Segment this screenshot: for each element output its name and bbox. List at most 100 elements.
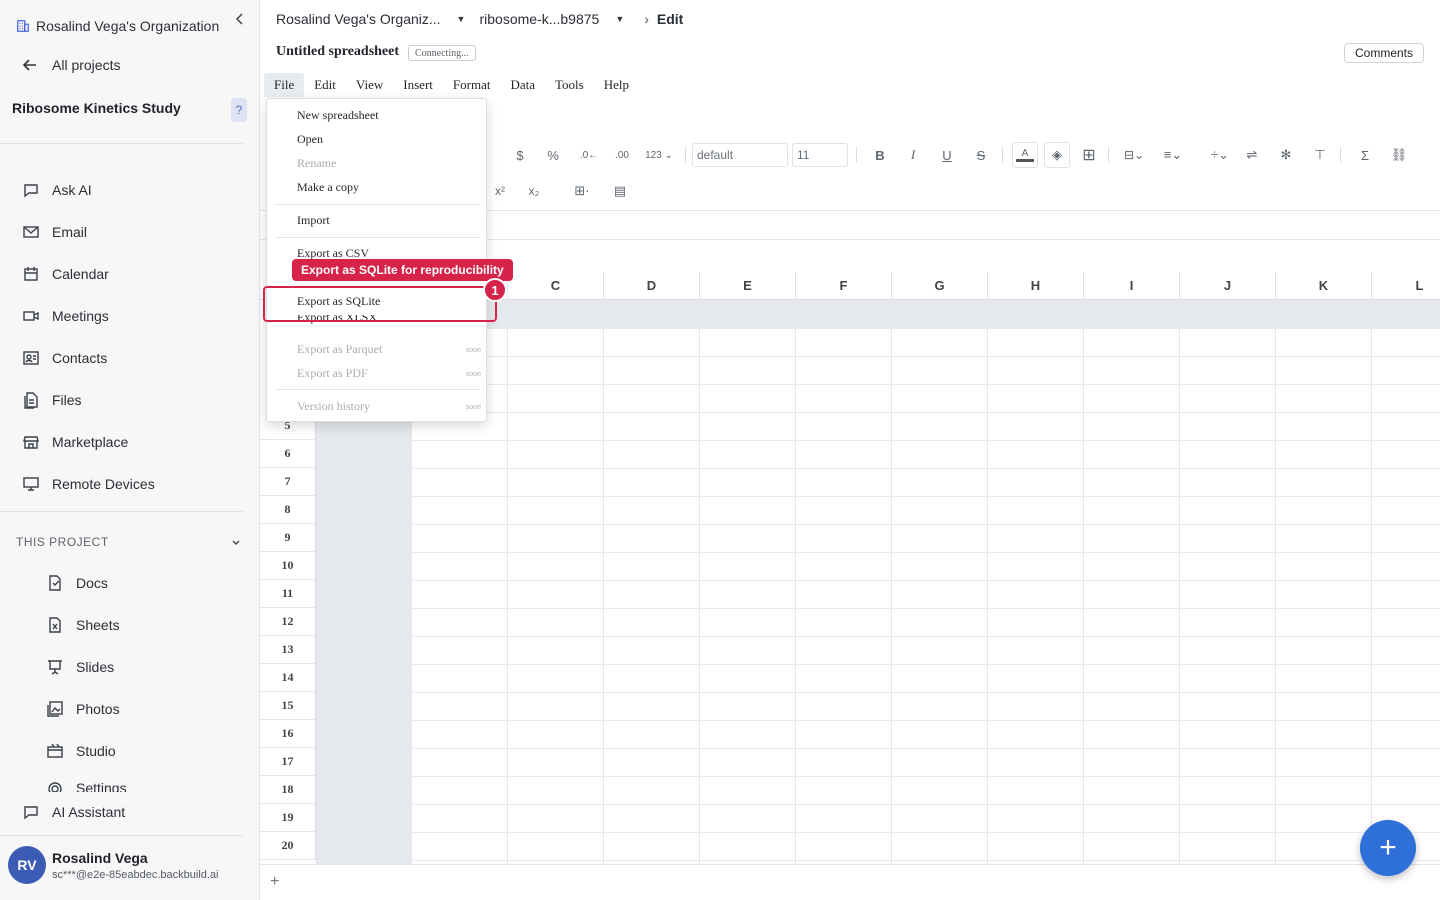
wrap-text-icon[interactable]: ⇌ — [1240, 140, 1264, 170]
row-header[interactable]: 7 — [260, 468, 316, 496]
menu-file[interactable]: File — [264, 73, 305, 97]
menu-data[interactable]: Data — [500, 73, 545, 97]
menu-item-open[interactable]: Open — [297, 129, 481, 149]
grid-line — [316, 692, 1440, 693]
borders-icon[interactable]: ⊞ — [1078, 140, 1100, 170]
row-header[interactable]: 12 — [260, 608, 316, 636]
breadcrumb-file[interactable]: ribosome-k...b9875 — [479, 11, 599, 27]
fill-color-icon[interactable]: ◈ — [1044, 142, 1070, 168]
menu-view[interactable]: View — [346, 73, 393, 97]
nav-marketplace[interactable]: Marketplace — [22, 430, 128, 454]
column-header[interactable]: K — [1276, 272, 1372, 300]
column-header[interactable]: J — [1180, 272, 1276, 300]
font-size-input[interactable]: 11 — [792, 143, 848, 167]
menu-help[interactable]: Help — [594, 73, 639, 97]
org-switcher[interactable]: Rosalind Vega's Organization — [16, 16, 248, 36]
percent-icon[interactable]: % — [543, 140, 563, 170]
nav-email[interactable]: Email — [22, 220, 87, 244]
add-sheet-icon[interactable]: + — [270, 873, 279, 891]
menu-item-label: Import — [297, 212, 330, 227]
menu-item-label: Export as PDF — [297, 365, 368, 380]
link-icon[interactable]: ⛓ — [1388, 140, 1410, 170]
menu-edit[interactable]: Edit — [304, 73, 346, 97]
breadcrumb-org[interactable]: Rosalind Vega's Organiz... — [276, 11, 441, 27]
sum-icon[interactable]: Σ — [1354, 140, 1376, 170]
row-header[interactable]: 18 — [260, 776, 316, 804]
clear-format-icon[interactable]: ⊤ — [1308, 140, 1332, 170]
nav-label: Email — [52, 224, 88, 240]
increase-decimal-icon[interactable]: .00 — [610, 140, 634, 170]
decrease-decimal-icon[interactable]: .0← — [577, 140, 601, 170]
row-header[interactable]: 11 — [260, 580, 316, 608]
column-header[interactable]: E — [700, 272, 796, 300]
row-header[interactable]: 6 — [260, 440, 316, 468]
project-settings[interactable]: Settings — [46, 780, 127, 792]
superscript-icon[interactable]: x² — [490, 178, 510, 204]
ai-assistant-button[interactable]: AI Assistant — [22, 800, 125, 824]
this-project-section[interactable]: THIS PROJECT — [16, 535, 242, 549]
note-icon[interactable]: ▤ — [610, 178, 630, 204]
menu-item-make-copy[interactable]: Make a copy — [297, 177, 481, 197]
italic-icon[interactable]: I — [903, 140, 923, 170]
row-header[interactable]: 16 — [260, 720, 316, 748]
subscript-icon[interactable]: x₂ — [524, 178, 544, 204]
nav-meetings[interactable]: Meetings — [22, 304, 109, 328]
row-header[interactable]: 19 — [260, 804, 316, 832]
nav-ask-ai[interactable]: Ask AI — [22, 178, 92, 202]
align-left-icon[interactable]: ≡⌄ — [1157, 140, 1189, 170]
row-header[interactable]: 8 — [260, 496, 316, 524]
text-color-icon[interactable]: A — [1012, 142, 1038, 168]
currency-icon[interactable]: $ — [510, 140, 530, 170]
project-sheets[interactable]: Sheets — [46, 613, 120, 637]
help-button[interactable]: ? — [231, 98, 247, 122]
collapse-sidebar-button[interactable] — [228, 10, 252, 34]
column-header[interactable]: L — [1372, 272, 1440, 300]
table-icon[interactable]: ⊞· — [568, 178, 596, 204]
comments-button[interactable]: Comments — [1344, 43, 1424, 63]
row-header[interactable]: 20 — [260, 832, 316, 860]
nav-contacts[interactable]: Contacts — [22, 346, 107, 370]
column-header[interactable]: G — [892, 272, 988, 300]
contacts-icon — [23, 351, 39, 365]
strikethrough-icon[interactable]: S — [971, 140, 991, 170]
doc-title[interactable]: Untitled spreadsheet — [276, 44, 399, 60]
underline-icon[interactable]: U — [937, 140, 957, 170]
menu-tools[interactable]: Tools — [545, 73, 594, 97]
project-slides[interactable]: Slides — [46, 655, 114, 679]
row-header[interactable]: 15 — [260, 692, 316, 720]
nav-files[interactable]: Files — [22, 388, 82, 412]
column-header[interactable]: D — [604, 272, 700, 300]
nav-remote-devices[interactable]: Remote Devices — [22, 472, 155, 496]
project-photos[interactable]: Photos — [46, 697, 120, 721]
menu-item-import[interactable]: Import — [297, 210, 481, 230]
project-docs[interactable]: Docs — [46, 571, 108, 595]
project-studio[interactable]: Studio — [46, 739, 116, 763]
menu-item-label: Rename — [297, 155, 337, 170]
column-header[interactable]: H — [988, 272, 1084, 300]
row-header[interactable]: 13 — [260, 636, 316, 664]
avatar: RV — [8, 846, 46, 884]
caret-down-icon[interactable]: ▼ — [615, 14, 624, 24]
divider — [1340, 147, 1341, 163]
row-header[interactable]: 10 — [260, 552, 316, 580]
menu-insert[interactable]: Insert — [393, 73, 443, 97]
menu-item-new-spreadsheet[interactable]: New spreadsheet — [297, 105, 481, 125]
vertical-align-icon[interactable]: ÷⌄ — [1204, 140, 1236, 170]
number-format-dropdown[interactable]: 123 ⌄ — [642, 140, 676, 170]
caret-down-icon[interactable]: ▼ — [457, 14, 466, 24]
nav-calendar[interactable]: Calendar — [22, 262, 109, 286]
column-header[interactable]: C — [508, 272, 604, 300]
row-header[interactable]: 14 — [260, 664, 316, 692]
fab-plus-button[interactable]: + — [1360, 820, 1416, 876]
merge-cells-icon[interactable]: ⊟⌄ — [1118, 140, 1150, 170]
column-header[interactable]: I — [1084, 272, 1180, 300]
bold-icon[interactable]: B — [870, 140, 890, 170]
all-projects-link[interactable]: All projects — [22, 54, 120, 76]
user-menu[interactable]: RV Rosalind Vega sc***@e2e-85eabdec.back… — [8, 846, 219, 884]
row-header[interactable]: 9 — [260, 524, 316, 552]
font-family-input[interactable]: default — [692, 143, 788, 167]
column-header[interactable]: F — [796, 272, 892, 300]
freeze-icon[interactable]: ✻ — [1274, 140, 1298, 170]
menu-format[interactable]: Format — [443, 73, 501, 97]
row-header[interactable]: 17 — [260, 748, 316, 776]
